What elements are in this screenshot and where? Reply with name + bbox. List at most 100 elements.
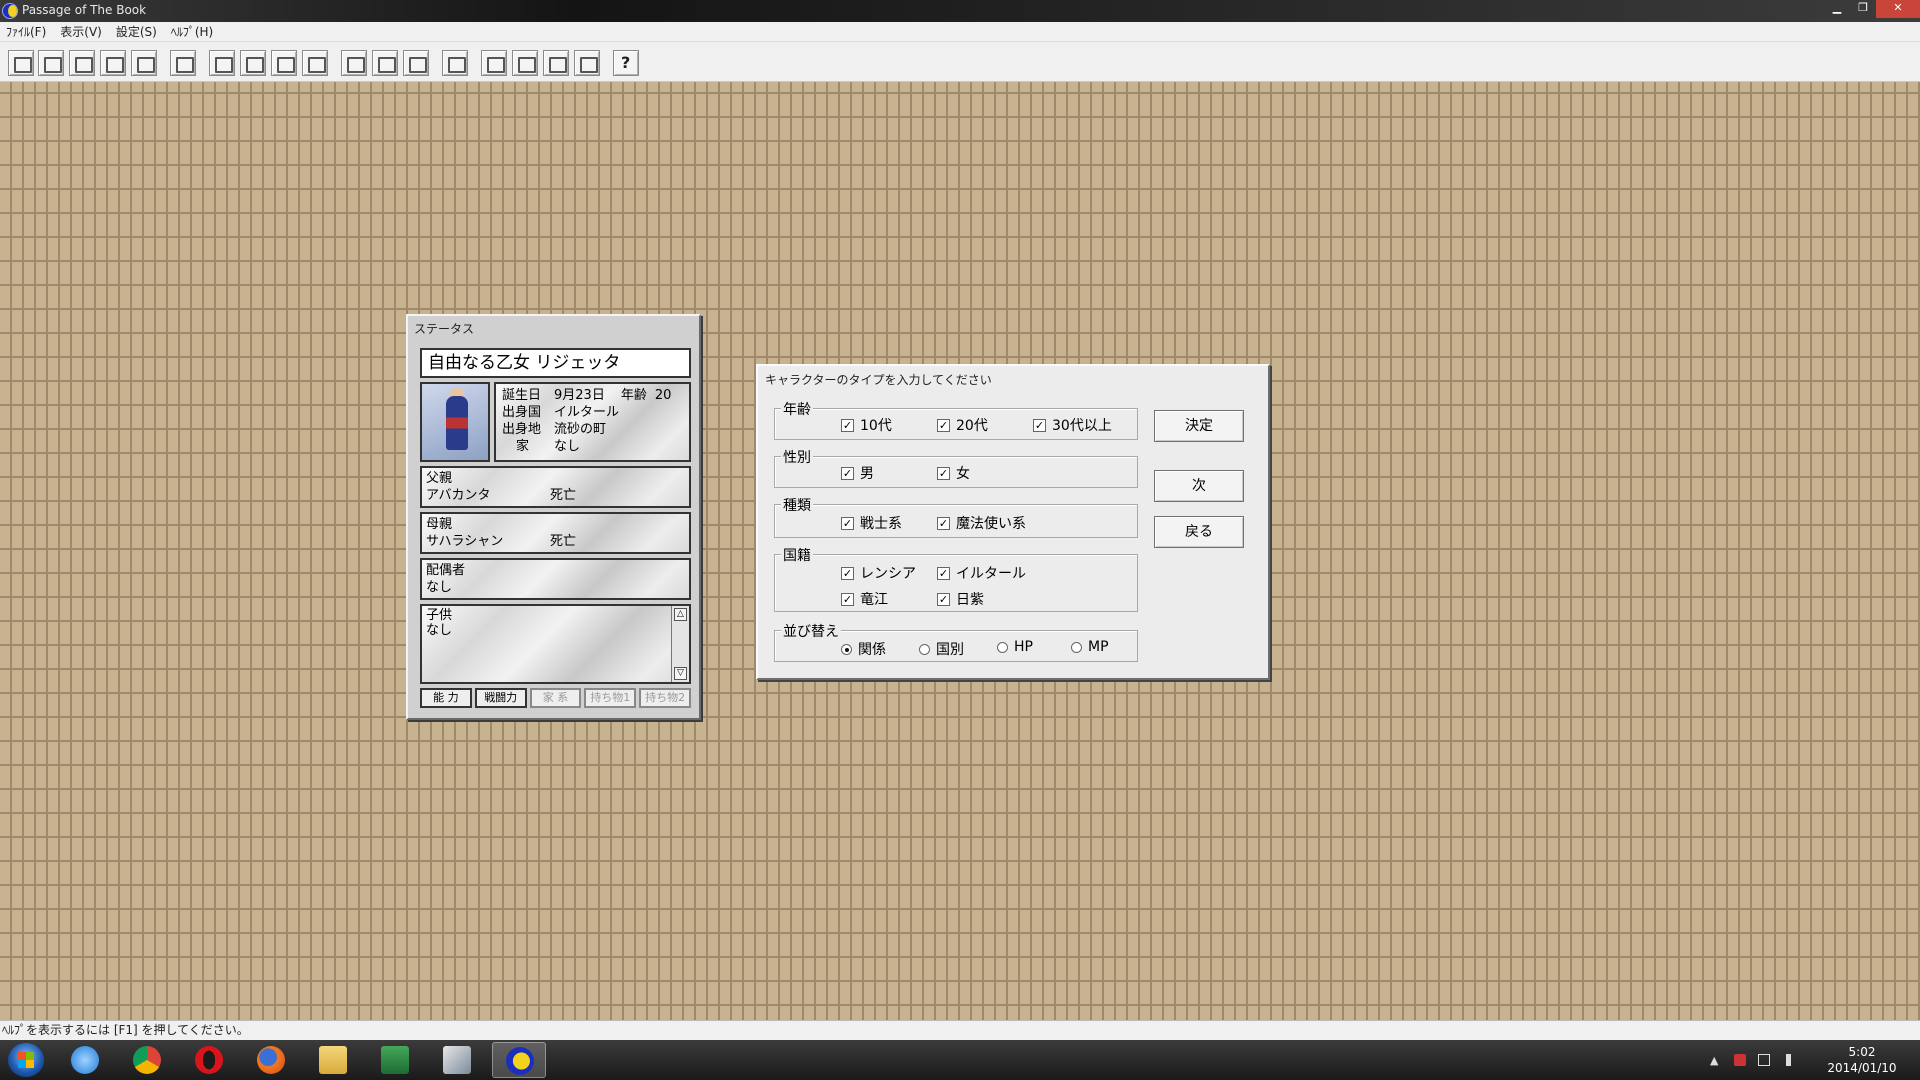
- kind-group-label: 種類: [781, 495, 813, 515]
- hand-icon[interactable]: [442, 50, 468, 76]
- explorer-folder-icon[interactable]: [306, 1042, 360, 1078]
- dialog-title: キャラクターのタイプを入力してください: [765, 373, 992, 387]
- age-30plus-checkbox[interactable]: ✓ 30代以上: [1033, 415, 1112, 435]
- app-logo-icon: [2, 3, 18, 19]
- dice-icon[interactable]: [481, 50, 507, 76]
- tab-ability[interactable]: 能 力: [420, 688, 472, 708]
- mother-name: サハラシャン: [426, 534, 504, 549]
- grid-icon[interactable]: [170, 50, 196, 76]
- menu-bar: ﾌｧｲﾙ(F) 表示(V) 設定(S) ﾍﾙﾌﾟ(H): [0, 22, 1920, 42]
- title-bar: Passage of The Book ▁ ❐ ✕: [0, 0, 1920, 22]
- clock-time: 5:02: [1848, 1045, 1876, 1059]
- status-panel[interactable]: ステータス 自由なる乙女 リジェッタ 誕生日 9月23日 年齢 20 出身国 イ…: [406, 314, 701, 720]
- sort-hp-radio[interactable]: HP: [997, 639, 1033, 655]
- kind-warrior-checkbox[interactable]: ✓ 戦士系: [841, 513, 902, 533]
- tab-family[interactable]: 家 系: [529, 688, 582, 708]
- list-detail-icon[interactable]: [131, 50, 157, 76]
- children-scrollbar[interactable]: △ ▽: [671, 606, 689, 682]
- hometown-label: 出身地: [502, 422, 542, 437]
- age-label: 年齢: [620, 388, 647, 403]
- mother-label: 母親: [426, 517, 453, 532]
- mother-box: 母親 サハラシャン 死亡: [420, 512, 691, 554]
- door-icon[interactable]: [209, 50, 235, 76]
- age-group-label: 年齢: [781, 399, 813, 419]
- map-icon[interactable]: [69, 50, 95, 76]
- back-button[interactable]: 戻る: [1154, 516, 1244, 548]
- character-type-dialog[interactable]: キャラクターのタイプを入力してください 年齢 ✓ 10代 ✓ 20代 ✓ 30代以上 …: [756, 364, 1270, 680]
- character-portrait: [420, 382, 490, 462]
- book-icon[interactable]: [372, 50, 398, 76]
- menu-help[interactable]: ﾍﾙﾌﾟ(H): [171, 23, 213, 40]
- scroll-icon[interactable]: [341, 50, 367, 76]
- excel-icon[interactable]: [368, 1042, 422, 1078]
- kind-mage-checkbox[interactable]: ✓ 魔法使い系: [937, 513, 1026, 533]
- nation-group: 国籍 ✓ レンシア ✓ イルタール ✓ 竜江 ✓ 日紫: [774, 545, 1138, 612]
- gender-female-checkbox[interactable]: ✓ 女: [937, 463, 970, 483]
- sort-group: 並び替え 関係 国別 HP MP: [774, 621, 1138, 662]
- profile-box: 誕生日 9月23日 年齢 20 出身国 イルタール 出身地 流砂の町 家 なし: [494, 382, 691, 462]
- nation-iltar-checkbox[interactable]: ✓ イルタール: [937, 563, 1026, 583]
- app-icon[interactable]: [430, 1042, 484, 1078]
- maximize-button[interactable]: ❐: [1850, 0, 1876, 18]
- action-center-icon[interactable]: [1734, 1054, 1746, 1066]
- sort-relation-radio[interactable]: 関係: [841, 639, 886, 659]
- hometown-value: 流砂の町: [554, 422, 607, 437]
- tray-arrow-icon[interactable]: ▲: [1710, 1054, 1722, 1067]
- close-button[interactable]: ✕: [1876, 0, 1920, 18]
- ok-button[interactable]: 決定: [1154, 410, 1244, 442]
- father-name: アバカンタ: [426, 488, 491, 503]
- gender-male-checkbox[interactable]: ✓ 男: [841, 463, 874, 483]
- minimize-button[interactable]: ▁: [1824, 0, 1850, 18]
- age-10s-checkbox[interactable]: ✓ 10代: [841, 415, 892, 435]
- children-label: 子供: [426, 608, 453, 623]
- status-bar: ﾍﾙﾌﾟを表示するには [F1] を押してください。: [0, 1020, 1920, 1040]
- clock-date: 2014/01/10: [1827, 1061, 1897, 1075]
- sort-mp-radio[interactable]: MP: [1071, 639, 1109, 655]
- gender-group-label: 性別: [781, 447, 813, 467]
- age-20s-checkbox[interactable]: ✓ 20代: [937, 415, 988, 435]
- tab-combat[interactable]: 戦闘力: [474, 688, 527, 708]
- pages-icon[interactable]: [543, 50, 569, 76]
- window-icon[interactable]: [8, 50, 34, 76]
- scroll-up-icon[interactable]: △: [674, 608, 687, 621]
- nation-nisshi-checkbox[interactable]: ✓ 日紫: [937, 589, 984, 609]
- birthday-value: 9月23日: [554, 388, 605, 403]
- clock[interactable]: 5:02 2014/01/10: [1822, 1044, 1902, 1076]
- help-icon[interactable]: [613, 50, 639, 76]
- board-icon[interactable]: [302, 50, 328, 76]
- menu-file[interactable]: ﾌｧｲﾙ(F): [6, 23, 46, 40]
- nation-rensia-checkbox[interactable]: ✓ レンシア: [841, 563, 916, 583]
- panel-icon[interactable]: [38, 50, 64, 76]
- chrome-icon[interactable]: [120, 1042, 174, 1078]
- person-icon[interactable]: [403, 50, 429, 76]
- children-box: 子供 なし △ ▽: [420, 604, 691, 684]
- mother-status: 死亡: [550, 534, 577, 549]
- passage-icon[interactable]: [492, 1042, 546, 1078]
- arrow-icon[interactable]: [512, 50, 538, 76]
- firefox-icon[interactable]: [244, 1042, 298, 1078]
- portrait-figure-icon: [446, 396, 468, 450]
- sort-country-radio[interactable]: 国別: [919, 639, 964, 659]
- gender-group: 性別 ✓ 男 ✓ 女: [774, 447, 1138, 488]
- character-name: 自由なる乙女 リジェッタ: [420, 348, 691, 378]
- opera-icon[interactable]: [182, 1042, 236, 1078]
- children-value: なし: [426, 623, 453, 638]
- menu-view[interactable]: 表示(V): [60, 23, 102, 40]
- father-status: 死亡: [550, 488, 577, 503]
- start-button[interactable]: [8, 1043, 44, 1077]
- next-button[interactable]: 次: [1154, 470, 1244, 502]
- scroll-down-icon[interactable]: ▽: [674, 667, 687, 680]
- father-box: 父親 アバカンタ 死亡: [420, 466, 691, 508]
- pot-icon[interactable]: [271, 50, 297, 76]
- list-icon[interactable]: [100, 50, 126, 76]
- triangle-icon[interactable]: [574, 50, 600, 76]
- network-icon[interactable]: [1758, 1054, 1770, 1066]
- menu-settings[interactable]: 設定(S): [116, 23, 157, 40]
- tab-items1[interactable]: 持ち物1: [584, 688, 637, 708]
- tab-items2[interactable]: 持ち物2: [639, 688, 691, 708]
- volume-icon[interactable]: [1786, 1054, 1794, 1066]
- internet-explorer-icon[interactable]: [58, 1042, 112, 1078]
- star-icon[interactable]: [240, 50, 266, 76]
- nation-ryuko-checkbox[interactable]: ✓ 竜江: [841, 589, 888, 609]
- toolbar: [0, 42, 1920, 82]
